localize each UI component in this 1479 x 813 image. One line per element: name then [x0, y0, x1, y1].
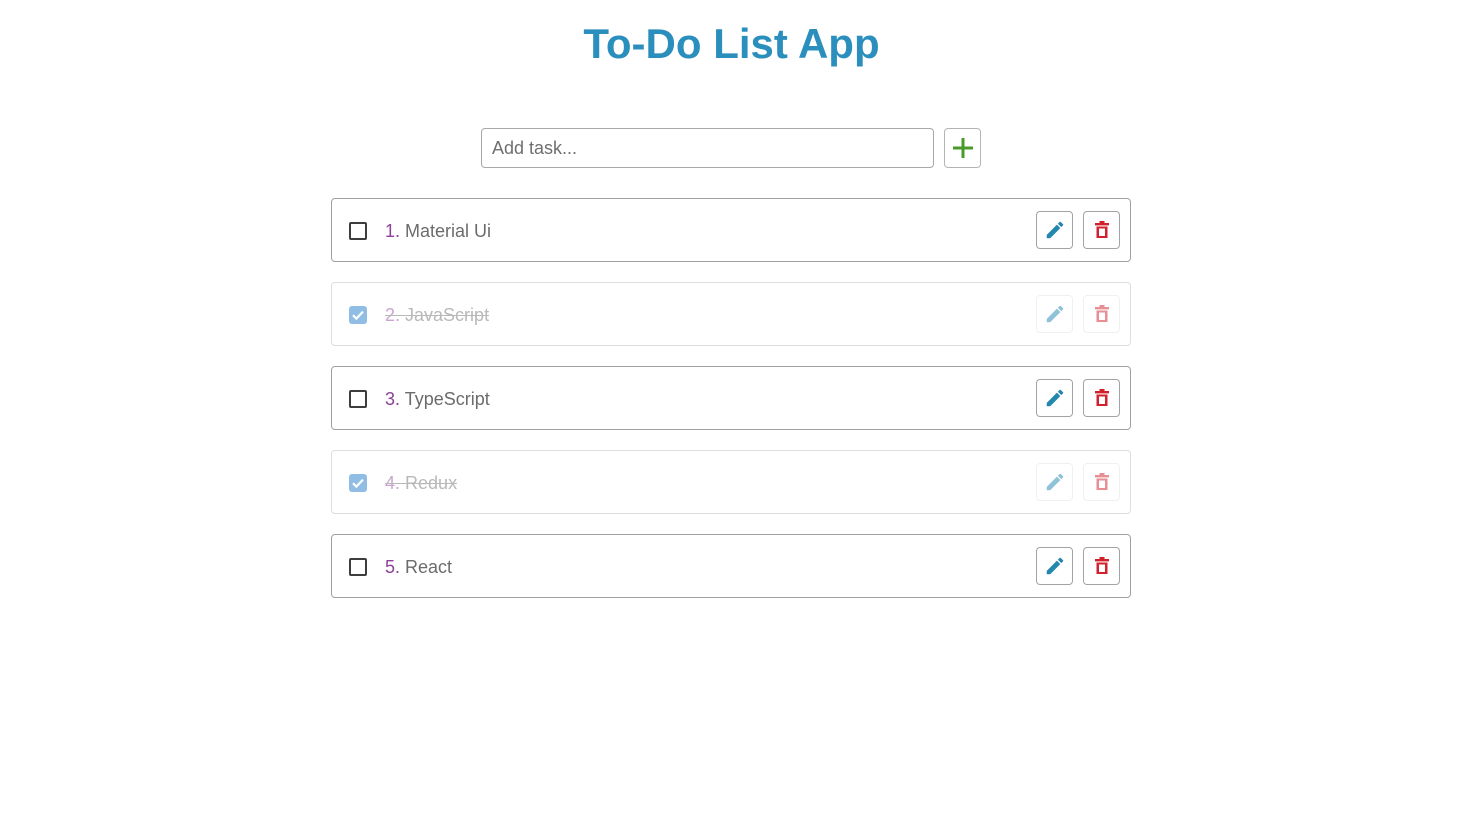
task-list: 1. Material Ui 2. JavaScript 3. TypeScri… — [331, 198, 1131, 618]
task-number: 1. — [385, 221, 401, 241]
task-checkbox[interactable] — [349, 306, 367, 324]
task-item: 1. Material Ui — [331, 198, 1131, 262]
edit-task-button[interactable] — [1036, 463, 1073, 501]
page-title: To-Do List App — [583, 20, 880, 67]
task-item: 4. Redux — [331, 450, 1131, 514]
delete-task-button[interactable] — [1083, 379, 1120, 417]
task-label: TypeScript — [404, 389, 490, 409]
pencil-icon — [1044, 219, 1066, 241]
task-text: 2. JavaScript — [385, 304, 489, 326]
plus-icon — [952, 137, 974, 159]
pencil-icon — [1044, 303, 1066, 325]
task-checkbox[interactable] — [349, 474, 367, 492]
todo-app: To-Do List App 1. Material Ui — [0, 0, 1479, 813]
task-label: Redux — [405, 473, 458, 493]
add-task-button[interactable] — [944, 128, 981, 168]
edit-task-button[interactable] — [1036, 295, 1073, 333]
task-label: React — [405, 557, 453, 577]
task-checkbox[interactable] — [349, 390, 367, 408]
task-checkbox[interactable] — [349, 558, 367, 576]
delete-task-button[interactable] — [1083, 295, 1120, 333]
task-label: JavaScript — [405, 305, 490, 325]
task-number: 4. — [385, 473, 401, 493]
trash-icon — [1092, 220, 1112, 240]
task-number: 5. — [385, 557, 401, 577]
task-text: 1. Material Ui — [385, 220, 491, 242]
task-item: 3. TypeScript — [331, 366, 1131, 430]
task-number: 3. — [385, 389, 401, 409]
pencil-icon — [1044, 471, 1066, 493]
trash-icon — [1092, 556, 1112, 576]
delete-task-button[interactable] — [1083, 211, 1120, 249]
pencil-icon — [1044, 387, 1066, 409]
add-task-input[interactable] — [481, 128, 934, 168]
task-number: 2. — [385, 305, 401, 325]
add-task-form — [481, 128, 981, 168]
task-text: 5. React — [385, 556, 452, 578]
trash-icon — [1092, 304, 1112, 324]
pencil-icon — [1044, 555, 1066, 577]
delete-task-button[interactable] — [1083, 547, 1120, 585]
edit-task-button[interactable] — [1036, 211, 1073, 249]
task-text: 4. Redux — [385, 472, 457, 494]
task-item: 5. React — [331, 534, 1131, 598]
delete-task-button[interactable] — [1083, 463, 1120, 501]
trash-icon — [1092, 388, 1112, 408]
edit-task-button[interactable] — [1036, 547, 1073, 585]
trash-icon — [1092, 472, 1112, 492]
task-text: 3. TypeScript — [385, 388, 490, 410]
task-item: 2. JavaScript — [331, 282, 1131, 346]
edit-task-button[interactable] — [1036, 379, 1073, 417]
task-checkbox[interactable] — [349, 222, 367, 240]
task-label: Material Ui — [405, 221, 492, 241]
